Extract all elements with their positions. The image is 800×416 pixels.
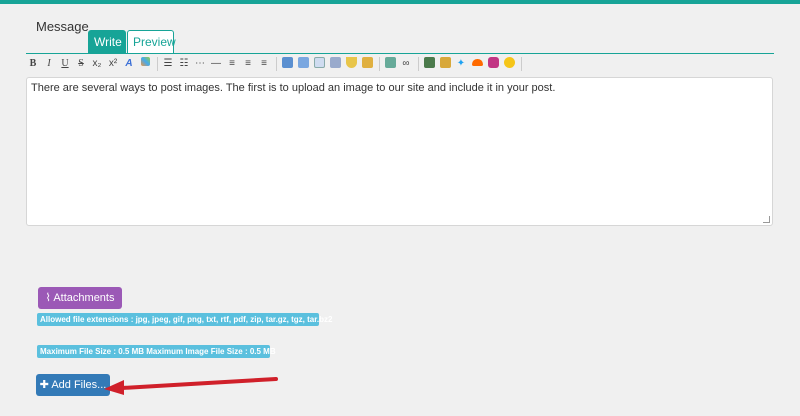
font-color-icon[interactable]: A — [122, 57, 136, 71]
strikethrough-button[interactable]: S — [74, 57, 88, 71]
editor-toolbar: B I U S x₂ x² A ☰ ☷ ⋯ — ≡ ≡ ≡ ∞ ✦ — [26, 55, 774, 72]
add-files-label: Add Files... — [51, 379, 107, 391]
toolbar-separator — [418, 56, 419, 71]
numbered-list-icon[interactable]: ☷ — [177, 57, 191, 71]
instagram-icon[interactable] — [486, 56, 500, 71]
soundcloud-icon[interactable] — [470, 57, 484, 71]
quote-icon[interactable] — [280, 56, 294, 71]
superscript-button[interactable]: x² — [106, 57, 120, 71]
red-arrow-annotation — [104, 377, 278, 395]
bold-button[interactable]: B — [26, 57, 40, 71]
shield-icon[interactable] — [344, 56, 358, 71]
allowed-extensions-badge: Allowed file extensions : jpg, jpeg, gif… — [37, 313, 332, 326]
tab-underline — [26, 53, 774, 54]
toolbar-separator — [379, 56, 380, 71]
max-size-badge: Maximum File Size : 0.5 MB Maximum Image… — [37, 345, 276, 358]
bullet-list-icon[interactable]: ☰ — [161, 57, 175, 71]
tab-preview[interactable]: Preview — [127, 30, 176, 53]
message-label: Message — [36, 19, 89, 34]
highlight-icon[interactable] — [138, 56, 152, 71]
horizontal-rule-icon[interactable]: — — [209, 57, 223, 71]
subscript-button[interactable]: x₂ — [90, 57, 104, 71]
image-embed-icon[interactable] — [438, 56, 452, 71]
top-accent-bar — [0, 0, 800, 4]
attachments-label: Attachments — [53, 292, 115, 304]
add-files-button[interactable]: ✚ Add Files... — [36, 374, 110, 396]
code-icon[interactable] — [296, 56, 310, 71]
toolbar-separator — [521, 56, 522, 71]
align-left-icon[interactable]: ≡ — [225, 57, 239, 71]
toolbar-separator — [157, 56, 158, 71]
image-icon[interactable] — [383, 56, 397, 71]
tab-write[interactable]: Write — [88, 30, 126, 53]
smiley-icon[interactable] — [502, 56, 516, 71]
align-right-icon[interactable]: ≡ — [257, 57, 271, 71]
link-icon[interactable]: ∞ — [399, 57, 413, 71]
toolbar-separator — [276, 56, 277, 71]
align-center-icon[interactable]: ≡ — [241, 57, 255, 71]
plus-icon: ✚ — [39, 379, 52, 391]
underline-button[interactable]: U — [58, 57, 72, 71]
message-text: There are several ways to post images. T… — [31, 82, 556, 94]
spoiler-icon[interactable] — [328, 56, 342, 71]
video-icon[interactable] — [422, 56, 436, 71]
italic-button[interactable]: I — [42, 57, 56, 71]
resize-handle-icon[interactable] — [763, 216, 770, 223]
message-textarea[interactable]: There are several ways to post images. T… — [26, 77, 773, 226]
table-icon[interactable] — [312, 56, 326, 71]
dash-list-icon[interactable]: ⋯ — [193, 57, 207, 71]
lock-icon[interactable] — [360, 56, 374, 71]
twitter-icon[interactable]: ✦ — [454, 57, 468, 71]
attachments-button[interactable]: ⌇ Attachments — [38, 287, 122, 309]
